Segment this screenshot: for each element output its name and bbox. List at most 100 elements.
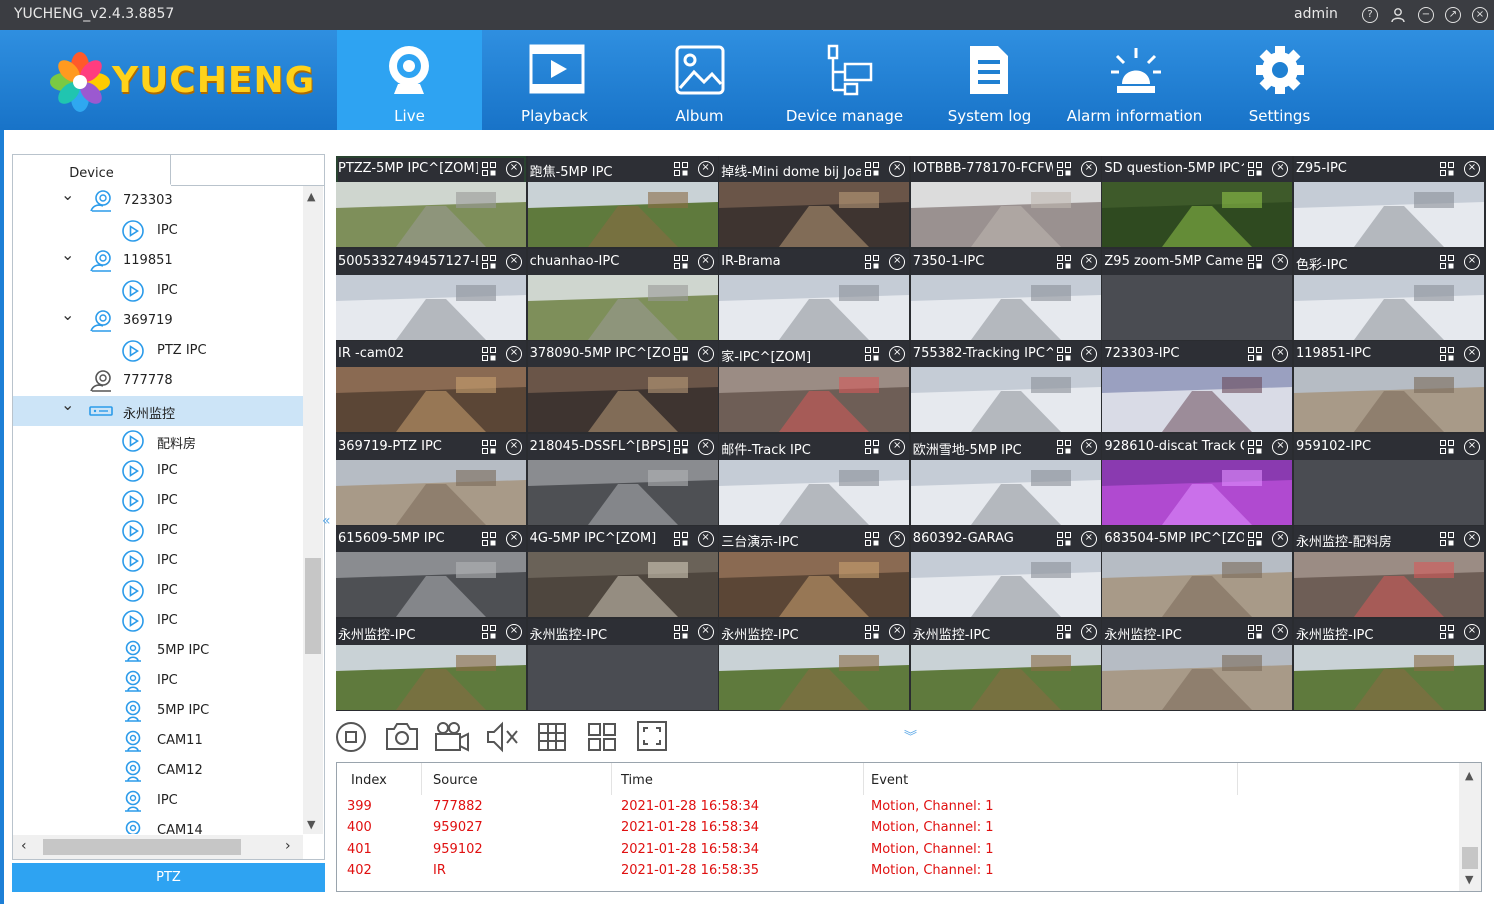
video-tile[interactable]: 永州监控-IPC × bbox=[1102, 619, 1293, 710]
video-tile[interactable]: 色彩-IPC × bbox=[1294, 248, 1484, 340]
qr-stream-icon[interactable] bbox=[673, 347, 688, 362]
fullscreen-icon[interactable] bbox=[634, 718, 668, 754]
qr-stream-icon[interactable] bbox=[1248, 625, 1263, 639]
tree-node[interactable]: ⌄ 723303 bbox=[13, 186, 303, 216]
close-tile-icon[interactable]: × bbox=[697, 346, 714, 363]
video-tile[interactable]: 永州监控-配料房 × bbox=[1294, 526, 1484, 618]
close-tile-icon[interactable]: × bbox=[506, 531, 522, 548]
tree-node[interactable]: PTZ IPC bbox=[13, 336, 303, 366]
nav-live[interactable]: Live bbox=[337, 30, 482, 130]
column-header-time[interactable]: Time bbox=[621, 773, 653, 788]
video-tile[interactable]: 永州监控-IPC × bbox=[719, 619, 910, 710]
event-row[interactable]: 402 IR 2021-01-28 16:58:35 Motion, Channel:… bbox=[337, 861, 1459, 882]
qr-stream-icon[interactable] bbox=[865, 532, 880, 547]
close-tile-icon[interactable]: × bbox=[889, 346, 906, 363]
event-row[interactable]: 399 777882 2021-01-28 16:58:34 Motion, Chan… bbox=[337, 797, 1459, 818]
close-tile-icon[interactable]: × bbox=[697, 253, 714, 270]
close-tile-icon[interactable]: × bbox=[1080, 531, 1097, 548]
user-icon[interactable] bbox=[1390, 7, 1406, 23]
video-tile[interactable]: 跑焦-5MP IPC × bbox=[527, 156, 718, 247]
qr-stream-icon[interactable] bbox=[673, 162, 688, 176]
qr-stream-icon[interactable] bbox=[1440, 347, 1454, 362]
record-icon[interactable] bbox=[434, 718, 469, 754]
close-tile-icon[interactable]: × bbox=[889, 253, 906, 270]
video-tile[interactable]: 369719-PTZ IPC × bbox=[336, 433, 526, 525]
qr-stream-icon[interactable] bbox=[482, 254, 496, 269]
stop-icon[interactable] bbox=[336, 718, 370, 754]
close-tile-icon[interactable]: × bbox=[889, 624, 906, 640]
event-row[interactable]: 401 959102 2021-01-28 16:58:34 Motion, Chan… bbox=[337, 840, 1459, 861]
qr-stream-icon[interactable] bbox=[1056, 162, 1071, 176]
tree-horizontal-scrollbar[interactable]: ‹ › bbox=[13, 835, 303, 859]
column-header-source[interactable]: Source bbox=[433, 773, 478, 788]
video-tile[interactable]: 5005332749457127-DC × bbox=[336, 248, 526, 340]
qr-stream-icon[interactable] bbox=[1440, 625, 1454, 639]
qr-stream-icon[interactable] bbox=[1440, 439, 1454, 454]
video-tile[interactable]: Z95 zoom-5MP Camera × bbox=[1102, 248, 1293, 340]
qr-stream-icon[interactable] bbox=[673, 625, 688, 639]
video-tile[interactable]: 永州监控-IPC × bbox=[336, 619, 526, 710]
qr-stream-icon[interactable] bbox=[673, 532, 688, 547]
qr-stream-icon[interactable] bbox=[482, 439, 496, 454]
scroll-down-icon[interactable]: ▼ bbox=[307, 818, 315, 831]
video-tile[interactable]: 永州监控-IPC × bbox=[1294, 619, 1484, 710]
nav-device-manage[interactable]: Device manage bbox=[772, 30, 917, 130]
close-tile-icon[interactable]: × bbox=[1464, 438, 1480, 455]
video-tile[interactable]: 860392-GARAG × bbox=[910, 526, 1101, 618]
event-row[interactable]: 400 959027 2021-01-28 16:58:34 Motion, Chan… bbox=[337, 818, 1459, 839]
expand-event-panel-icon[interactable]: ︾ bbox=[904, 726, 917, 745]
close-tile-icon[interactable]: × bbox=[1080, 161, 1097, 177]
qr-stream-icon[interactable] bbox=[865, 625, 880, 639]
close-tile-icon[interactable]: × bbox=[1080, 346, 1097, 363]
device-tab[interactable]: Device bbox=[13, 155, 171, 185]
qr-stream-icon[interactable] bbox=[482, 532, 496, 547]
video-tile[interactable]: 615609-5MP IPC × bbox=[336, 526, 526, 618]
tree-node[interactable]: IPC bbox=[13, 486, 303, 516]
close-icon[interactable]: × bbox=[1472, 7, 1488, 23]
video-tile[interactable]: 掉线-Mini dome bij Joar × bbox=[719, 156, 910, 247]
qr-stream-icon[interactable] bbox=[1056, 625, 1071, 639]
qr-stream-icon[interactable] bbox=[1440, 254, 1454, 269]
qr-stream-icon[interactable] bbox=[865, 162, 880, 176]
close-tile-icon[interactable]: × bbox=[1464, 253, 1480, 270]
close-tile-icon[interactable]: × bbox=[506, 438, 522, 455]
close-tile-icon[interactable]: × bbox=[1464, 531, 1480, 548]
nav-album[interactable]: Album bbox=[627, 30, 772, 130]
scrollbar-thumb[interactable] bbox=[1462, 847, 1478, 869]
close-tile-icon[interactable]: × bbox=[1272, 624, 1289, 640]
tree-node[interactable]: 5MP IPC bbox=[13, 636, 303, 666]
minimize-icon[interactable]: − bbox=[1418, 7, 1434, 23]
scroll-up-icon[interactable]: ▲ bbox=[307, 190, 315, 203]
column-header-index[interactable]: Index bbox=[351, 773, 387, 788]
scrollbar-thumb[interactable] bbox=[305, 558, 321, 654]
column-header-event[interactable]: Event bbox=[871, 773, 908, 788]
qr-stream-icon[interactable] bbox=[865, 254, 880, 269]
video-tile[interactable]: IOTBBB-778170-FCFWI × bbox=[910, 156, 1101, 247]
tree-node[interactable]: IPC bbox=[13, 276, 303, 306]
video-tile[interactable]: 959102-IPC × bbox=[1294, 433, 1484, 525]
qr-stream-icon[interactable] bbox=[482, 162, 496, 176]
close-tile-icon[interactable]: × bbox=[1464, 624, 1480, 640]
qr-stream-icon[interactable] bbox=[482, 347, 496, 362]
close-tile-icon[interactable]: × bbox=[1272, 438, 1289, 455]
qr-stream-icon[interactable] bbox=[673, 254, 688, 269]
close-tile-icon[interactable]: × bbox=[506, 161, 522, 177]
qr-stream-icon[interactable] bbox=[865, 347, 880, 362]
video-tile[interactable]: chuanhao-IPC × bbox=[527, 248, 718, 340]
snapshot-icon[interactable] bbox=[384, 718, 418, 754]
close-tile-icon[interactable]: × bbox=[1272, 346, 1289, 363]
close-tile-icon[interactable]: × bbox=[1080, 624, 1097, 640]
video-tile[interactable]: 欧洲雪地-5MP IPC × bbox=[910, 433, 1101, 525]
scroll-right-icon[interactable]: › bbox=[285, 838, 291, 854]
qr-stream-icon[interactable] bbox=[1248, 162, 1263, 176]
video-tile[interactable]: PTZZ-5MP IPC^[ZOM] × bbox=[336, 156, 526, 247]
video-tile[interactable]: 家-IPC^[ZOM] × bbox=[719, 341, 910, 433]
qr-stream-icon[interactable] bbox=[1440, 532, 1454, 547]
tree-node[interactable]: 777778 bbox=[13, 366, 303, 396]
video-tile[interactable]: 4G-5MP IPC^[ZOM] × bbox=[527, 526, 718, 618]
tree-node[interactable]: ⌄ 永州监控 bbox=[13, 396, 303, 426]
chevron-down-icon[interactable]: ⌄ bbox=[61, 247, 74, 263]
qr-stream-icon[interactable] bbox=[1248, 532, 1263, 547]
close-tile-icon[interactable]: × bbox=[1464, 161, 1480, 177]
current-user[interactable]: admin bbox=[1294, 6, 1338, 22]
